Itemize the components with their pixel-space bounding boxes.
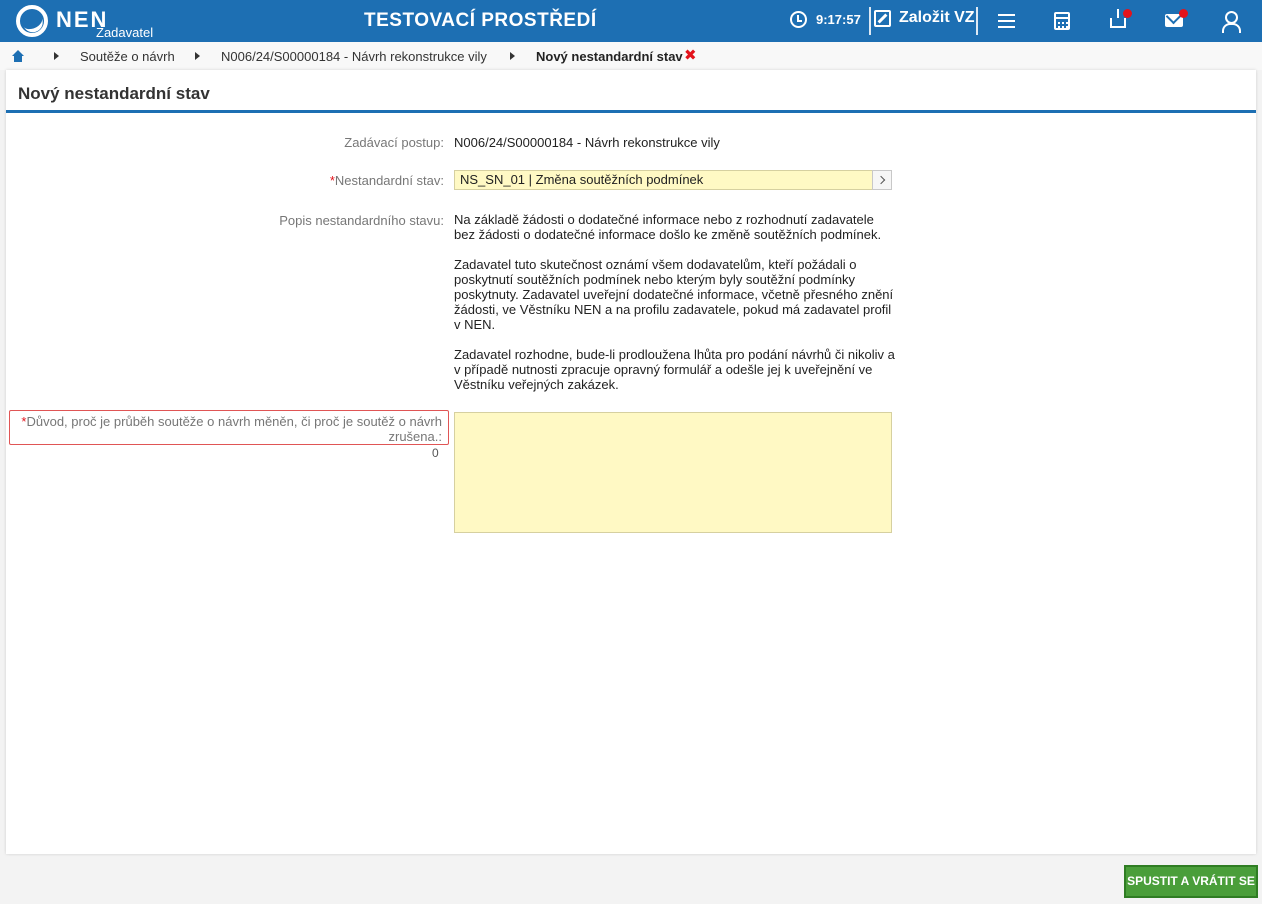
- title-underline: [6, 110, 1256, 113]
- edit-icon: [874, 9, 891, 27]
- description-paragraph: Zadavatel tuto skutečnost oznámí všem do…: [454, 257, 894, 332]
- nen-logo-icon: [16, 5, 48, 37]
- form-panel: Nový nestandardní stav Zadávací postup: …: [6, 70, 1256, 854]
- breadcrumb-item-current: Nový nestandardní stav: [536, 49, 683, 64]
- reason-char-counter: 0: [432, 446, 439, 460]
- procedure-label: Zadávací postup:: [344, 135, 444, 150]
- state-select-value: NS_SN_01 | Změna soutěžních podmínek: [460, 172, 704, 187]
- menu-icon[interactable]: [997, 11, 1017, 31]
- breadcrumb-arrow-icon: [510, 52, 515, 60]
- description-paragraph: Zadavatel rozhodne, bude-li prodloužena …: [454, 347, 895, 392]
- divider: [869, 7, 871, 35]
- reason-textarea[interactable]: [454, 412, 892, 533]
- inbox-icon[interactable]: [1110, 9, 1126, 28]
- close-tab-icon[interactable]: ✖: [684, 46, 697, 64]
- state-label-text: Nestandardní stav:: [334, 173, 444, 188]
- inbox-notification-badge: [1123, 9, 1132, 18]
- create-vz-button[interactable]: Založit VZ: [874, 9, 975, 27]
- breadcrumb-item-procedure[interactable]: N006/24/S00000184 - Návrh rekonstrukce v…: [221, 49, 487, 64]
- reason-label-text: Důvod, proč je průběh soutěže o návrh mě…: [26, 414, 442, 444]
- breadcrumb: Soutěže o návrh N006/24/S00000184 - Návr…: [0, 42, 1262, 70]
- user-icon[interactable]: [1220, 11, 1241, 33]
- state-label: *Nestandardní stav:: [330, 173, 444, 188]
- clock-time: 9:17:57: [816, 12, 861, 27]
- top-bar: NEN Zadavatel TESTOVACÍ PROSTŘEDÍ 9:17:5…: [0, 0, 1262, 42]
- description-text: Na základě žádosti o dodatečné informace…: [454, 212, 898, 407]
- create-vz-label: Založit VZ: [899, 9, 975, 26]
- state-select[interactable]: NS_SN_01 | Změna soutěžních podmínek: [454, 170, 892, 190]
- divider: [976, 7, 978, 35]
- session-clock: 9:17:57: [790, 11, 861, 28]
- logo-subtitle: Zadavatel: [96, 25, 154, 40]
- mail-notification-badge: [1179, 9, 1188, 18]
- run-and-return-button[interactable]: SPUSTIT A VRÁTIT SE: [1124, 865, 1258, 898]
- reason-label-error-box: *Důvod, proč je průběh soutěže o návrh m…: [9, 410, 449, 445]
- home-icon[interactable]: [12, 50, 24, 62]
- breadcrumb-item-competitions[interactable]: Soutěže o návrh: [80, 49, 175, 64]
- reason-label: *Důvod, proč je průběh soutěže o návrh m…: [17, 414, 442, 444]
- environment-title: TESTOVACÍ PROSTŘEDÍ: [364, 10, 597, 31]
- nen-logo[interactable]: NEN: [16, 5, 108, 37]
- calculator-icon[interactable]: [1054, 12, 1070, 30]
- breadcrumb-arrow-icon: [54, 52, 59, 60]
- reason-label-colon: :: [438, 429, 442, 444]
- description-label: Popis nestandardního stavu:: [279, 213, 444, 228]
- page-title: Nový nestandardní stav: [18, 84, 210, 103]
- procedure-value: N006/24/S00000184 - Návrh rekonstrukce v…: [454, 135, 720, 150]
- chevron-right-icon[interactable]: [872, 170, 892, 190]
- breadcrumb-arrow-icon: [195, 52, 200, 60]
- description-paragraph: Na základě žádosti o dodatečné informace…: [454, 212, 882, 242]
- clock-icon: [790, 11, 807, 28]
